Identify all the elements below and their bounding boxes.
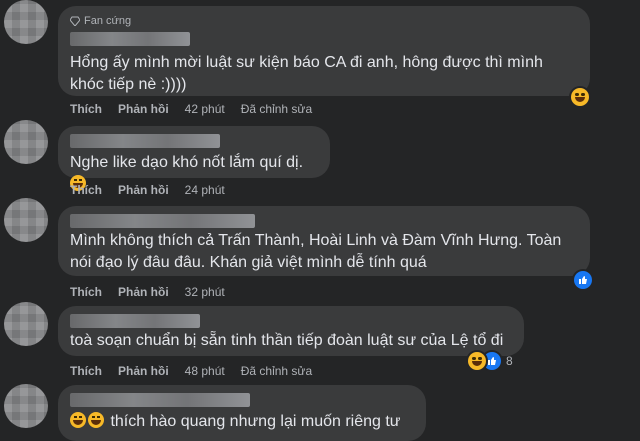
- fan-badge: Fan cứng: [70, 14, 578, 28]
- like-link[interactable]: Thích: [70, 102, 102, 116]
- haha-reaction-icon: [468, 352, 486, 370]
- comment-actions: Thích Phản hồi 32 phút: [70, 284, 225, 300]
- reaction-count: 8: [506, 354, 513, 368]
- comment-text: Mình không thích cả Trấn Thành, Hoài Lin…: [70, 232, 562, 271]
- haha-reaction-icon: [571, 88, 589, 106]
- laughing-emoji-icon: [70, 412, 86, 428]
- reply-link[interactable]: Phản hồi: [118, 364, 169, 378]
- comment-actions: Thích Phản hồi 24 phút: [70, 182, 225, 198]
- avatar[interactable]: [4, 384, 48, 428]
- comment-bubble: Fan cứng Hổng ấy mình mời luật sư kiện b…: [58, 6, 590, 96]
- comment-text: toà soạn chuẩn bị sẵn tinh thần tiếp đoà…: [70, 332, 504, 349]
- commenter-name[interactable]: [70, 32, 190, 46]
- commenter-name[interactable]: [70, 214, 255, 228]
- badge-label: Fan cứng: [84, 15, 132, 27]
- commenter-name[interactable]: [70, 134, 220, 148]
- laughing-emoji-icon: [88, 412, 104, 428]
- reply-link[interactable]: Phản hồi: [118, 183, 169, 197]
- edited-label: Đã chỉnh sửa: [240, 102, 313, 116]
- comment-text-content: Nghe like dạo khó nốt lắm quí dị.: [70, 154, 304, 171]
- comment-bubble: thích hào quang nhưng lại muốn riêng tư: [58, 385, 426, 441]
- timestamp[interactable]: 24 phút: [185, 183, 225, 197]
- like-link[interactable]: Thích: [70, 364, 102, 378]
- reaction-summary[interactable]: [574, 271, 592, 289]
- comment-actions: Thích Phản hồi 48 phút Đã chỉnh sửa: [70, 363, 312, 379]
- comment-text-content: thích hào quang nhưng lại muốn riêng tư: [110, 413, 401, 430]
- like-link[interactable]: Thích: [70, 285, 102, 299]
- comment-text: thích hào quang nhưng lại muốn riêng tư: [70, 411, 414, 433]
- like-link[interactable]: Thích: [70, 183, 102, 197]
- avatar[interactable]: [4, 198, 48, 242]
- timestamp[interactable]: 32 phút: [185, 285, 225, 299]
- reaction-summary[interactable]: 8: [468, 352, 513, 370]
- reply-link[interactable]: Phản hồi: [118, 285, 169, 299]
- comment-actions: Thích Phản hồi 42 phút Đã chỉnh sửa: [70, 101, 312, 117]
- avatar[interactable]: [4, 0, 48, 44]
- like-reaction-icon: [574, 271, 592, 289]
- comment-bubble: toà soạn chuẩn bị sẵn tinh thần tiếp đoà…: [58, 306, 524, 356]
- edited-label: Đã chỉnh sửa: [240, 364, 313, 378]
- commenter-name[interactable]: [70, 393, 250, 407]
- avatar[interactable]: [4, 302, 48, 346]
- reply-link[interactable]: Phản hồi: [118, 102, 169, 116]
- avatar[interactable]: [4, 120, 48, 164]
- reaction-summary[interactable]: [571, 88, 589, 106]
- comment-bubble: Mình không thích cả Trấn Thành, Hoài Lin…: [58, 206, 590, 276]
- comment-text: Hổng ấy mình mời luật sư kiện báo CA đi …: [70, 54, 543, 93]
- timestamp[interactable]: 48 phút: [185, 364, 225, 378]
- comment-bubble: Nghe like dạo khó nốt lắm quí dị.: [58, 126, 330, 191]
- diamond-icon: [70, 16, 80, 26]
- commenter-name[interactable]: [70, 314, 200, 328]
- timestamp[interactable]: 42 phút: [185, 102, 225, 116]
